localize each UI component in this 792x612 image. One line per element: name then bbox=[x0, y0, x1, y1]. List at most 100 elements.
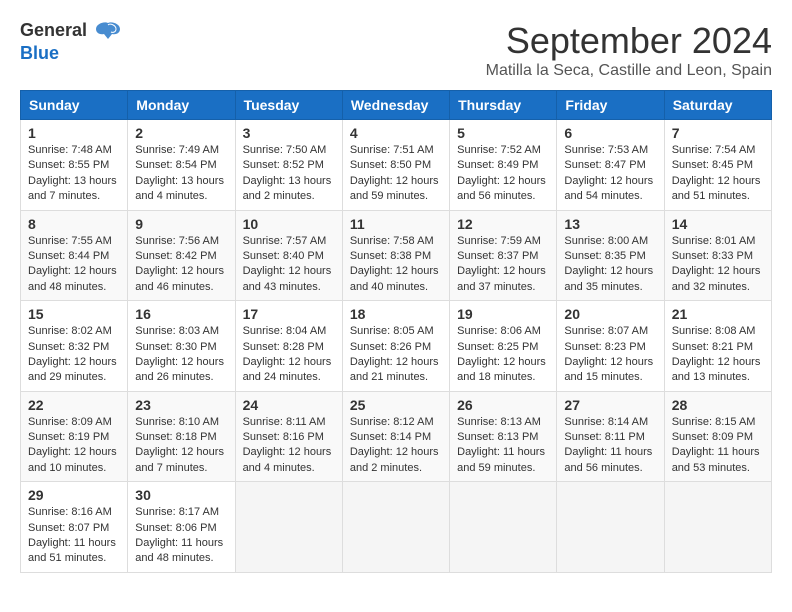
day-info: Sunrise: 8:01 AMSunset: 8:33 PMDaylight:… bbox=[672, 234, 764, 296]
header-saturday: Saturday bbox=[664, 91, 771, 120]
day-info: Sunrise: 8:12 AMSunset: 8:14 PMDaylight:… bbox=[350, 415, 442, 477]
sunrise-text: Sunrise: 8:07 AM bbox=[564, 325, 648, 337]
table-row: 27 Sunrise: 8:14 AMSunset: 8:11 PMDayligh… bbox=[557, 391, 664, 482]
table-row: 25 Sunrise: 8:12 AMSunset: 8:14 PMDayligh… bbox=[342, 391, 449, 482]
table-row: 9Sunrise: 7:56 AMSunset: 8:42 PMDaylight… bbox=[128, 210, 235, 301]
sunrise-text: Sunrise: 8:13 AM bbox=[457, 416, 541, 428]
day-number: 14 bbox=[672, 216, 764, 232]
sunset-text: Sunset: 8:49 PM bbox=[457, 159, 538, 171]
day-info: Sunrise: 7:54 AMSunset: 8:45 PMDaylight:… bbox=[672, 143, 764, 205]
sunrise-text: Sunrise: 8:08 AM bbox=[672, 325, 756, 337]
day-info: Sunrise: 8:04 AMSunset: 8:28 PMDaylight:… bbox=[243, 324, 335, 386]
sunset-text: Sunset: 8:07 PM bbox=[28, 522, 109, 534]
daylight-text: Daylight: 12 hours and 29 minutes. bbox=[28, 356, 117, 383]
header-friday: Friday bbox=[557, 91, 664, 120]
table-row: 12Sunrise: 7:59 AMSunset: 8:37 PMDayligh… bbox=[450, 210, 557, 301]
day-info: Sunrise: 7:48 AMSunset: 8:55 PMDaylight:… bbox=[28, 143, 120, 205]
calendar-week-row: 8Sunrise: 7:55 AMSunset: 8:44 PMDaylight… bbox=[21, 210, 772, 301]
table-row: 18Sunrise: 8:05 AMSunset: 8:26 PMDayligh… bbox=[342, 301, 449, 392]
day-info: Sunrise: 7:55 AMSunset: 8:44 PMDaylight:… bbox=[28, 234, 120, 296]
header: General Blue September 2024 Matilla la S… bbox=[20, 20, 772, 80]
calendar-week-row: 15Sunrise: 8:02 AMSunset: 8:32 PMDayligh… bbox=[21, 301, 772, 392]
table-row: 13Sunrise: 8:00 AMSunset: 8:35 PMDayligh… bbox=[557, 210, 664, 301]
sunrise-text: Sunrise: 8:17 AM bbox=[135, 506, 219, 518]
day-info: Sunrise: 8:14 AMSunset: 8:11 PMDaylight:… bbox=[564, 415, 656, 477]
sunrise-text: Sunrise: 8:12 AM bbox=[350, 416, 434, 428]
sunset-text: Sunset: 8:32 PM bbox=[28, 341, 109, 353]
table-row bbox=[450, 482, 557, 573]
day-number: 20 bbox=[564, 306, 656, 322]
sunrise-text: Sunrise: 8:15 AM bbox=[672, 416, 756, 428]
header-sunday: Sunday bbox=[21, 91, 128, 120]
daylight-text: Daylight: 12 hours and 26 minutes. bbox=[135, 356, 224, 383]
day-info: Sunrise: 8:03 AM Sunset: 8:30 PM Daylight:… bbox=[135, 324, 227, 386]
logo: General Blue bbox=[20, 20, 122, 64]
day-info: Sunrise: 8:15 AMSunset: 8:09 PMDaylight:… bbox=[672, 415, 764, 477]
day-number: 5 bbox=[457, 125, 549, 141]
sunset-text: Sunset: 8:06 PM bbox=[135, 522, 216, 534]
day-number: 27 bbox=[564, 397, 656, 413]
daylight-text: Daylight: 12 hours and 15 minutes. bbox=[564, 356, 653, 383]
day-number: 22 bbox=[28, 397, 120, 413]
header-tuesday: Tuesday bbox=[235, 91, 342, 120]
day-info: Sunrise: 7:52 AMSunset: 8:49 PMDaylight:… bbox=[457, 143, 549, 205]
table-row: 23Sunrise: 8:10 AMSunset: 8:18 PMDayligh… bbox=[128, 391, 235, 482]
daylight-text: Daylight: 12 hours and 35 minutes. bbox=[564, 265, 653, 292]
day-number: 25 bbox=[350, 397, 442, 413]
location-subtitle: Matilla la Seca, Castille and Leon, Spai… bbox=[486, 62, 772, 80]
daylight-text: Daylight: 12 hours and 59 minutes. bbox=[350, 175, 439, 202]
sunrise-text: Sunrise: 8:03 AM bbox=[135, 325, 219, 337]
daylight-text: Daylight: 12 hours and 51 minutes. bbox=[672, 175, 761, 202]
sunrise-text: Sunrise: 7:52 AM bbox=[457, 144, 541, 156]
sunrise-text: Sunrise: 7:50 AM bbox=[243, 144, 327, 156]
sunrise-text: Sunrise: 7:58 AM bbox=[350, 235, 434, 247]
day-number: 4 bbox=[350, 125, 442, 141]
title-area: September 2024 Matilla la Seca, Castille… bbox=[486, 20, 772, 80]
day-number: 3 bbox=[243, 125, 335, 141]
sunrise-text: Sunrise: 8:01 AM bbox=[672, 235, 756, 247]
day-info: Sunrise: 8:13 AMSunset: 8:13 PMDaylight:… bbox=[457, 415, 549, 477]
sunrise-text: Sunrise: 8:10 AM bbox=[135, 416, 219, 428]
sunset-text: Sunset: 8:40 PM bbox=[243, 250, 324, 262]
sunrise-text: Sunrise: 7:48 AM bbox=[28, 144, 112, 156]
table-row: 8Sunrise: 7:55 AMSunset: 8:44 PMDaylight… bbox=[21, 210, 128, 301]
logo-general: General bbox=[20, 20, 87, 40]
daylight-text: Daylight: 11 hours and 56 minutes. bbox=[564, 446, 652, 473]
daylight-text: Daylight: 12 hours and 4 minutes. bbox=[243, 446, 332, 473]
daylight-text: Daylight: 12 hours and 2 minutes. bbox=[350, 446, 439, 473]
day-info: Sunrise: 8:11 AMSunset: 8:16 PMDaylight:… bbox=[243, 415, 335, 477]
daylight-text: Daylight: 13 hours and 4 minutes. bbox=[135, 175, 224, 202]
day-info: Sunrise: 7:58 AMSunset: 8:38 PMDaylight:… bbox=[350, 234, 442, 296]
table-row: 4 Sunrise: 7:51 AM Sunset: 8:50 PM Daylight… bbox=[342, 120, 449, 211]
sunset-text: Sunset: 8:54 PM bbox=[135, 159, 216, 171]
sunrise-text: Sunrise: 8:04 AM bbox=[243, 325, 327, 337]
sunset-text: Sunset: 8:55 PM bbox=[28, 159, 109, 171]
sunset-text: Sunset: 8:50 PM bbox=[350, 159, 431, 171]
day-number: 24 bbox=[243, 397, 335, 413]
day-number: 18 bbox=[350, 306, 442, 322]
day-number: 12 bbox=[457, 216, 549, 232]
sunrise-text: Sunrise: 7:51 AM bbox=[350, 144, 434, 156]
sunset-text: Sunset: 8:37 PM bbox=[457, 250, 538, 262]
daylight-text: Daylight: 11 hours and 48 minutes. bbox=[135, 537, 223, 564]
day-info: Sunrise: 8:09 AMSunset: 8:19 PMDaylight:… bbox=[28, 415, 120, 477]
header-thursday: Thursday bbox=[450, 91, 557, 120]
sunset-text: Sunset: 8:16 PM bbox=[243, 431, 324, 443]
sunrise-text: Sunrise: 7:59 AM bbox=[457, 235, 541, 247]
daylight-text: Daylight: 12 hours and 10 minutes. bbox=[28, 446, 117, 473]
sunset-text: Sunset: 8:30 PM bbox=[135, 341, 216, 353]
table-row: 15Sunrise: 8:02 AMSunset: 8:32 PMDayligh… bbox=[21, 301, 128, 392]
day-number: 29 bbox=[28, 487, 120, 503]
day-info: Sunrise: 8:05 AMSunset: 8:26 PMDaylight:… bbox=[350, 324, 442, 386]
day-number: 28 bbox=[672, 397, 764, 413]
day-info: Sunrise: 8:06 AMSunset: 8:25 PMDaylight:… bbox=[457, 324, 549, 386]
sunrise-text: Sunrise: 8:05 AM bbox=[350, 325, 434, 337]
day-number: 30 bbox=[135, 487, 227, 503]
day-info: Sunrise: 8:17 AM Sunset: 8:06 PM Daylight:… bbox=[135, 505, 227, 567]
calendar-table: Sunday Monday Tuesday Wednesday Thursday… bbox=[20, 90, 772, 573]
sunset-text: Sunset: 8:26 PM bbox=[350, 341, 431, 353]
table-row bbox=[557, 482, 664, 573]
day-number: 26 bbox=[457, 397, 549, 413]
day-info: Sunrise: 7:57 AMSunset: 8:40 PMDaylight:… bbox=[243, 234, 335, 296]
calendar-week-row: 1Sunrise: 7:48 AMSunset: 8:55 PMDaylight… bbox=[21, 120, 772, 211]
